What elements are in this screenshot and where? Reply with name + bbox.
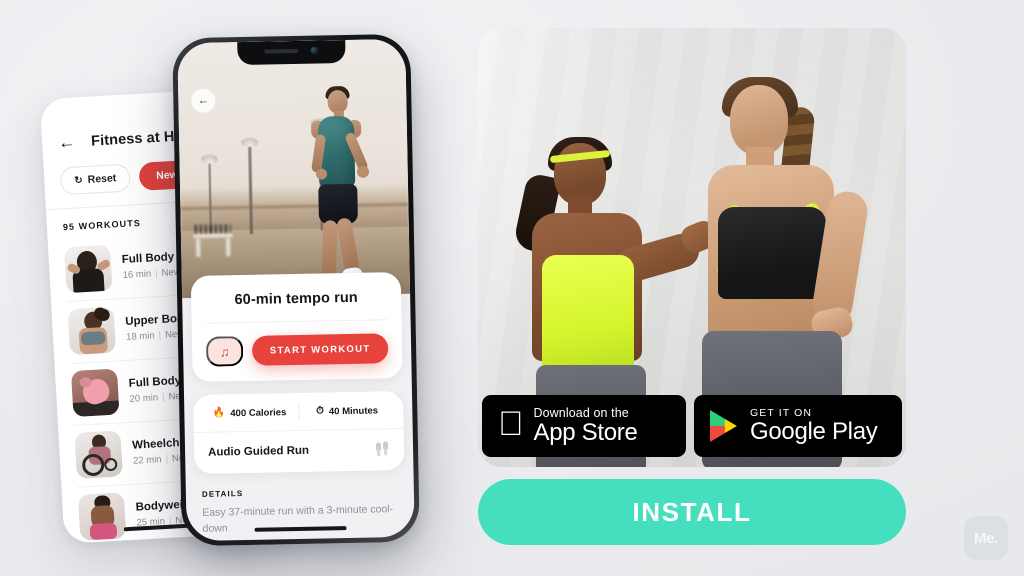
- apple-logo-icon: : [498, 407, 524, 441]
- arrow-left-icon[interactable]: ←: [58, 132, 76, 152]
- workout-duration: 18 min: [125, 329, 155, 343]
- watermark-logo: Me.: [964, 516, 1008, 560]
- workout-duration: 20 min: [129, 391, 159, 405]
- workout-thumbnail: [77, 492, 127, 541]
- watermark-label: Me.: [973, 529, 999, 547]
- music-note-icon: ♫: [219, 343, 230, 359]
- music-button[interactable]: ♫: [205, 336, 244, 367]
- workout-title: 60-min tempo run: [234, 289, 358, 309]
- details-text: Easy 37-minute run with a 3-minute cool-…: [202, 503, 394, 536]
- street-lamp-icon: [241, 137, 260, 234]
- audio-guided-row[interactable]: Audio Guided Run: [193, 427, 405, 474]
- promo-photo-card:  Download on the App Store GET IT ON Go…: [478, 28, 906, 467]
- promo-canvas: ← Fitness at Home ↻ Reset Newbie 95 WORK…: [0, 0, 1024, 576]
- calories-stat: 🔥 400 Calories: [201, 406, 298, 419]
- phone-notch: [237, 40, 346, 66]
- front-phone-screen: ← 60-min tempo run ♫ START WORKOUT 🔥 400…: [177, 38, 415, 542]
- earbuds-icon: [374, 441, 390, 457]
- store-badges-row:  Download on the App Store GET IT ON Go…: [478, 395, 906, 457]
- stats-card: 🔥 400 Calories ⏱ 40 Minutes Audio Guided…: [192, 390, 405, 474]
- workout-thumbnail: [74, 430, 123, 479]
- hero-image: ←: [177, 38, 411, 299]
- workout-duration: 16 min: [122, 267, 152, 281]
- refresh-icon: ↻: [74, 174, 84, 187]
- flame-icon: 🔥: [212, 407, 226, 419]
- app-store-small-text: Download on the: [508, 406, 629, 421]
- workout-thumbnail: [67, 306, 116, 356]
- workout-thumbnail: [64, 244, 113, 294]
- duration-stat: ⏱ 40 Minutes: [299, 405, 396, 418]
- front-phone-mockup: ← 60-min tempo run ♫ START WORKOUT 🔥 400…: [172, 33, 420, 547]
- action-row: ♫ START WORKOUT: [192, 320, 403, 382]
- google-play-big-text: Google Play: [750, 418, 878, 446]
- earpiece-speaker-icon: [264, 48, 299, 54]
- stopwatch-icon: ⏱: [316, 405, 325, 417]
- app-store-big-text: App Store: [508, 419, 638, 447]
- stats-row: 🔥 400 Calories ⏱ 40 Minutes: [193, 391, 404, 432]
- start-workout-button[interactable]: START WORKOUT: [251, 333, 389, 366]
- details-heading: DETAILS: [201, 489, 244, 499]
- details-section: DETAILS Easy 37-minute run with a 3-minu…: [186, 470, 415, 538]
- audio-guided-label: Audio Guided Run: [207, 444, 310, 459]
- bench-icon: [192, 224, 234, 258]
- app-store-text: Download on the App Store: [534, 406, 638, 446]
- detail-sheet: 60-min tempo run ♫ START WORKOUT 🔥 400 C…: [182, 271, 415, 538]
- workout-duration: 22 min: [132, 453, 162, 467]
- reset-filter-label: Reset: [87, 172, 117, 186]
- reset-filter-button[interactable]: ↻ Reset: [59, 163, 132, 196]
- street-lamp-icon: [201, 154, 219, 235]
- workout-card: 60-min tempo run ♫ START WORKOUT: [190, 271, 403, 382]
- phone-frame: ← 60-min tempo run ♫ START WORKOUT 🔥 400…: [172, 33, 420, 547]
- workout-thumbnail: [70, 368, 120, 417]
- google-play-badge[interactable]: GET IT ON Google Play: [694, 395, 902, 457]
- runner-photo: [177, 38, 411, 299]
- calories-value: 400 Calories: [230, 406, 287, 419]
- google-play-icon: [710, 410, 740, 442]
- duration-value: 40 Minutes: [328, 404, 379, 417]
- google-play-text: GET IT ON Google Play: [750, 407, 878, 446]
- app-store-badge[interactable]:  Download on the App Store: [482, 395, 686, 457]
- front-camera-icon: [310, 46, 319, 55]
- runner-figure: [286, 79, 386, 293]
- install-button[interactable]: INSTALL: [478, 479, 906, 545]
